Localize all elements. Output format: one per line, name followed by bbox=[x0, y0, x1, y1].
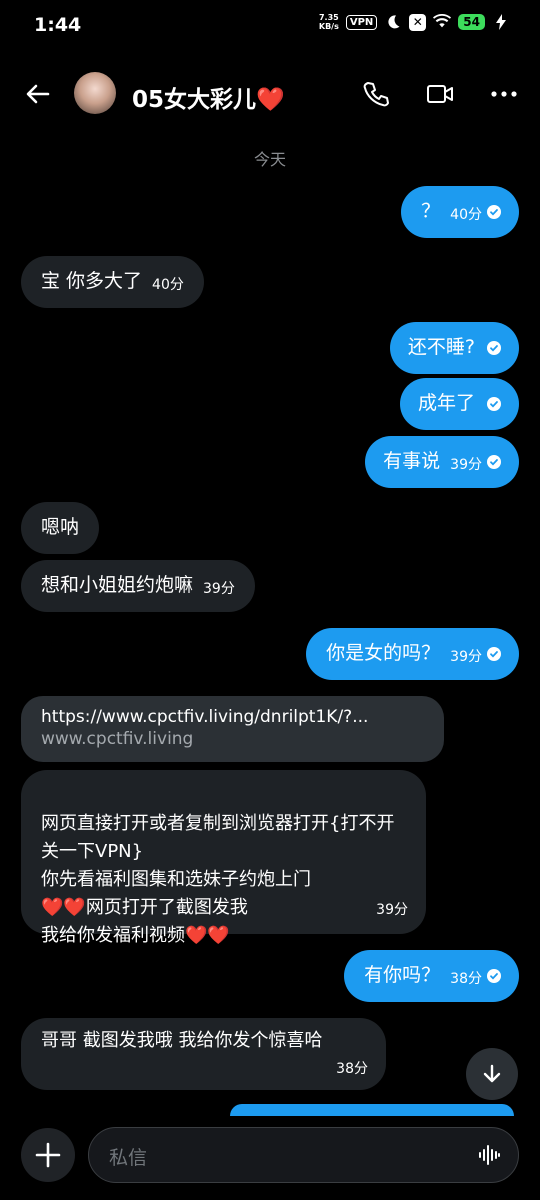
message-incoming[interactable]: 哥哥 截图发我哦 我给你发个惊喜哈 38分 bbox=[21, 1018, 386, 1090]
message-outgoing[interactable]: 有你吗？ 38分 bbox=[344, 950, 519, 1002]
wifi-icon bbox=[433, 13, 452, 31]
message-text: 想和小姐姐约炮嘛 bbox=[41, 574, 194, 596]
check-icon bbox=[487, 397, 501, 411]
message-text: 还不睡? bbox=[407, 336, 475, 358]
message-time: 38分 bbox=[336, 1061, 368, 1077]
more-icon[interactable] bbox=[488, 78, 520, 110]
message-outgoing[interactable]: 你是女的吗？ 39分 bbox=[306, 628, 519, 680]
message-time: 39分 bbox=[450, 649, 482, 665]
contact-name[interactable]: 05女大彩儿❤️ bbox=[132, 80, 285, 114]
chat-header: 05女大彩儿❤️ bbox=[0, 66, 540, 122]
message-text: ？ bbox=[421, 200, 441, 222]
link-preview-card[interactable]: https://www.cpctfiv.living/dnrilpt1K/?..… bbox=[21, 696, 444, 762]
message-outgoing[interactable]: ？ 40分 bbox=[401, 186, 519, 238]
avatar[interactable] bbox=[74, 72, 116, 114]
link-url[interactable]: https://www.cpctfiv.living/dnrilpt1K/?..… bbox=[41, 706, 424, 728]
message-time: 39分 bbox=[450, 457, 482, 473]
message-composer: 私信 bbox=[0, 1116, 540, 1200]
message-text: 有你吗？ bbox=[364, 964, 441, 986]
message-input[interactable]: 私信 bbox=[88, 1127, 519, 1183]
video-icon[interactable] bbox=[424, 78, 456, 110]
link-domain: www.cpctfiv.living bbox=[41, 729, 194, 749]
message-incoming[interactable]: 嗯呐 bbox=[21, 502, 100, 554]
message-incoming[interactable]: 宝 你多大了 40分 bbox=[21, 256, 204, 308]
voice-icon[interactable] bbox=[478, 1144, 500, 1170]
message-text: 你是女的吗？ bbox=[326, 642, 441, 664]
message-text: 有事说 bbox=[383, 450, 441, 472]
message-text: 嗯呐 bbox=[41, 516, 80, 538]
message-outgoing[interactable]: 有事说 39分 bbox=[365, 436, 519, 488]
message-incoming[interactable]: 网页直接打开或者复制到浏览器打开{打不开关一下VPN} 你先看福利图集和选妹子约… bbox=[21, 770, 426, 946]
message-time: 40分 bbox=[450, 207, 482, 223]
day-separator: 今天 bbox=[253, 150, 286, 169]
vpn-badge: VPN bbox=[345, 14, 378, 30]
back-arrow-icon[interactable] bbox=[22, 78, 54, 110]
check-icon bbox=[487, 647, 501, 661]
message-outgoing-partial bbox=[230, 1104, 514, 1116]
phone-icon[interactable] bbox=[360, 78, 392, 110]
check-icon bbox=[487, 455, 501, 469]
add-media-button[interactable] bbox=[21, 1128, 75, 1182]
charging-icon bbox=[492, 13, 510, 31]
check-icon bbox=[487, 969, 501, 983]
check-icon bbox=[487, 205, 501, 219]
message-outgoing[interactable]: 还不睡? bbox=[389, 322, 519, 374]
message-text: 哥哥 截图发我哦 我给你发个惊喜哈 bbox=[41, 1030, 323, 1051]
message-outgoing[interactable]: 成年了 bbox=[399, 378, 519, 430]
status-icons: 7.35 KB/s VPN ✕ 54 bbox=[319, 13, 510, 31]
battery-indicator: 54 bbox=[458, 14, 485, 30]
check-icon bbox=[487, 341, 501, 355]
plus-icon bbox=[35, 1142, 61, 1168]
message-text: 网页直接打开或者复制到浏览器打开{打不开关一下VPN} 你先看福利图集和选妹子约… bbox=[41, 813, 395, 946]
moon-icon bbox=[384, 13, 402, 31]
network-speed: 7.35 KB/s bbox=[318, 13, 339, 31]
message-time: 39分 bbox=[203, 581, 235, 597]
message-time: 38分 bbox=[450, 971, 482, 987]
message-time: 39分 bbox=[376, 902, 408, 918]
message-incoming[interactable]: 想和小姐姐约炮嘛 39分 bbox=[21, 560, 255, 612]
x-app-icon: ✕ bbox=[409, 13, 427, 31]
status-bar: 1:44 7.35 KB/s VPN ✕ 54 bbox=[0, 0, 540, 50]
scroll-down-button[interactable] bbox=[466, 1048, 518, 1100]
message-text: 成年了 bbox=[417, 392, 475, 414]
status-time: 1:44 bbox=[34, 14, 82, 36]
message-text: 宝 你多大了 bbox=[41, 270, 143, 292]
scroll-down-icon bbox=[483, 1064, 501, 1083]
message-placeholder: 私信 bbox=[109, 1147, 148, 1169]
message-time: 40分 bbox=[152, 277, 184, 293]
